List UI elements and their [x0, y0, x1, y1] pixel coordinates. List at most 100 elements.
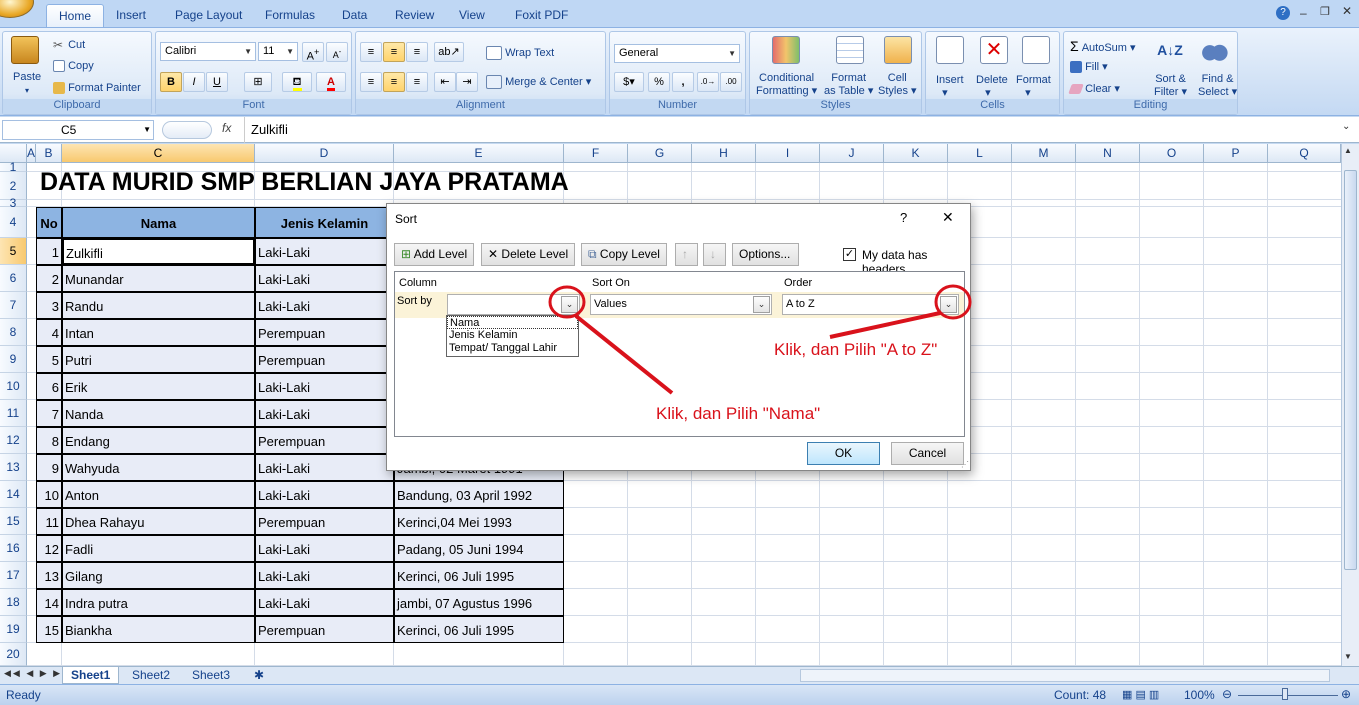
- decrease-indent-icon[interactable]: ⇤: [434, 72, 456, 92]
- table-cell[interactable]: 5: [36, 346, 62, 373]
- table-header-cell[interactable]: Nama: [62, 207, 255, 238]
- table-cell[interactable]: Endang: [62, 427, 255, 454]
- table-header-cell[interactable]: Jenis Kelamin: [255, 207, 394, 238]
- office-button[interactable]: [0, 0, 34, 18]
- column-header-g[interactable]: G: [628, 144, 692, 163]
- bold-button[interactable]: B: [160, 72, 182, 92]
- table-cell[interactable]: Laki-Laki: [255, 238, 394, 265]
- row-header-5[interactable]: 5: [0, 238, 27, 265]
- chevron-down-icon[interactable]: ⌄: [753, 296, 770, 313]
- column-header-i[interactable]: I: [756, 144, 820, 163]
- align-top-icon[interactable]: ≡: [360, 42, 382, 62]
- tab-formulas[interactable]: Formulas: [253, 4, 327, 28]
- table-cell[interactable]: Laki-Laki: [255, 265, 394, 292]
- borders-button[interactable]: ⊞: [244, 72, 272, 92]
- move-up-icon[interactable]: ↑: [675, 243, 698, 266]
- decrease-decimal-icon[interactable]: .00: [720, 72, 742, 92]
- currency-icon[interactable]: $▾: [614, 72, 644, 92]
- table-cell[interactable]: Intan: [62, 319, 255, 346]
- table-cell[interactable]: Indra putra: [62, 589, 255, 616]
- column-header-d[interactable]: D: [255, 144, 394, 163]
- row-header-19[interactable]: 19: [0, 616, 27, 643]
- table-cell[interactable]: Perempuan: [255, 319, 394, 346]
- row-header-3[interactable]: 3: [0, 197, 27, 209]
- row-header-20[interactable]: 20: [0, 643, 27, 666]
- chevron-down-icon[interactable]: ⌄: [940, 296, 957, 313]
- tab-review[interactable]: Review: [383, 4, 446, 28]
- row-header-9[interactable]: 9: [0, 346, 27, 373]
- table-cell[interactable]: Anton: [62, 481, 255, 508]
- row-header-17[interactable]: 17: [0, 562, 27, 589]
- font-size-select[interactable]: 11 ▼: [258, 42, 298, 61]
- zoom-slider[interactable]: [1238, 695, 1338, 696]
- column-header-n[interactable]: N: [1076, 144, 1140, 163]
- align-right-icon[interactable]: ≡: [406, 72, 428, 92]
- fx-icon[interactable]: fx: [222, 121, 231, 135]
- table-cell[interactable]: Padang, 05 Juni 1994: [394, 535, 564, 562]
- copy-button[interactable]: Copy: [53, 60, 94, 73]
- table-cell[interactable]: Perempuan: [255, 427, 394, 454]
- ok-button[interactable]: OK: [807, 442, 880, 465]
- table-cell[interactable]: Fadli: [62, 535, 255, 562]
- column-header-k[interactable]: K: [884, 144, 948, 163]
- comma-button[interactable]: ,: [672, 72, 694, 92]
- grow-font-button[interactable]: A+: [302, 42, 324, 63]
- sort-on-dropdown[interactable]: Values ⌄: [590, 294, 772, 315]
- table-cell[interactable]: Perempuan: [255, 508, 394, 535]
- column-header-p[interactable]: P: [1204, 144, 1268, 163]
- column-header-f[interactable]: F: [564, 144, 628, 163]
- insert-cells-button[interactable]: Insert ▾: [936, 74, 964, 99]
- clear-button[interactable]: Clear ▾: [1068, 82, 1120, 95]
- cell-styles-button[interactable]: Cell Styles ▾: [878, 72, 917, 98]
- table-cell[interactable]: 14: [36, 589, 62, 616]
- tab-page-layout[interactable]: Page Layout: [163, 4, 254, 28]
- cut-button[interactable]: ✂ Cut: [53, 38, 85, 52]
- tab-foxit-pdf[interactable]: Foxit PDF: [503, 4, 580, 28]
- close-icon[interactable]: ✕: [1342, 4, 1352, 18]
- copy-level-button[interactable]: ⧉ Copy Level: [581, 243, 667, 266]
- table-cell[interactable]: 10: [36, 481, 62, 508]
- close-icon[interactable]: ✕: [942, 209, 954, 226]
- merge-center-button[interactable]: Merge & Center ▾: [486, 75, 591, 90]
- tab-home[interactable]: Home: [46, 4, 105, 28]
- table-cell[interactable]: Gilang: [62, 562, 255, 589]
- table-cell[interactable]: Laki-Laki: [255, 292, 394, 319]
- table-cell[interactable]: Biankha: [62, 616, 255, 643]
- zoom-out-icon[interactable]: ⊖: [1222, 687, 1232, 701]
- delete-cells-button[interactable]: Delete ▾: [976, 74, 1008, 99]
- table-cell[interactable]: Zulkifli: [62, 238, 255, 265]
- row-header-10[interactable]: 10: [0, 373, 27, 400]
- table-cell[interactable]: jambi, 07 Agustus 1996: [394, 589, 564, 616]
- add-level-button[interactable]: ⊞ Add Level: [394, 243, 474, 266]
- font-name-select[interactable]: Calibri ▼: [160, 42, 256, 61]
- help-icon[interactable]: ?: [900, 210, 907, 225]
- column-header-c[interactable]: C: [62, 144, 255, 163]
- table-cell[interactable]: Wahyuda: [62, 454, 255, 481]
- minimize-icon[interactable]: –: [1300, 6, 1307, 20]
- table-cell[interactable]: 11: [36, 508, 62, 535]
- shrink-font-button[interactable]: A-: [326, 42, 348, 62]
- column-header-l[interactable]: L: [948, 144, 1012, 163]
- table-cell[interactable]: Kerinci, 06 Juli 1995: [394, 562, 564, 589]
- headers-checkbox[interactable]: ✓: [843, 248, 856, 261]
- formula-slider[interactable]: [162, 121, 212, 139]
- table-cell[interactable]: 1: [36, 238, 62, 265]
- row-header-7[interactable]: 7: [0, 292, 27, 319]
- column-header-m[interactable]: M: [1012, 144, 1076, 163]
- sheet-title[interactable]: DATA MURID SMP BERLIAN JAYA PRATAMA: [40, 164, 569, 200]
- align-bottom-icon[interactable]: ≡: [406, 42, 428, 62]
- row-header-18[interactable]: 18: [0, 589, 27, 616]
- column-header-h[interactable]: H: [692, 144, 756, 163]
- insert-sheet-icon[interactable]: ✱: [246, 667, 272, 684]
- sheet-tab-2[interactable]: Sheet2: [124, 667, 178, 684]
- scroll-down-icon[interactable]: ▼: [1344, 652, 1352, 661]
- zoom-thumb[interactable]: [1282, 688, 1288, 700]
- table-cell[interactable]: Randu: [62, 292, 255, 319]
- number-format-select[interactable]: General ▼: [614, 44, 740, 63]
- table-cell[interactable]: Laki-Laki: [255, 535, 394, 562]
- row-header-12[interactable]: 12: [0, 427, 27, 454]
- table-header-cell[interactable]: No: [36, 207, 62, 238]
- table-cell[interactable]: 9: [36, 454, 62, 481]
- table-cell[interactable]: 12: [36, 535, 62, 562]
- table-cell[interactable]: Kerinci, 06 Juli 1995: [394, 616, 564, 643]
